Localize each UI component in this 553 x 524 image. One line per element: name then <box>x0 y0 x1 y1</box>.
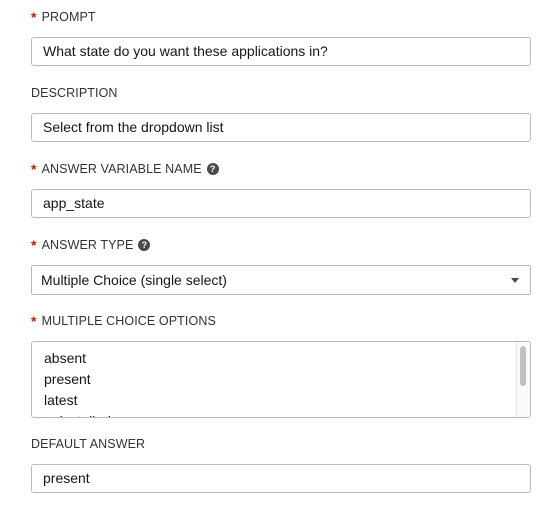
prompt-label-text: PROMPT <box>41 10 96 24</box>
answer-variable-name-input[interactable]: app_state <box>31 189 531 218</box>
answer-type-select[interactable]: Multiple Choice (single select) <box>31 265 531 295</box>
multiple-choice-options-textarea[interactable]: absent present latest uninstalled <box>31 341 531 418</box>
answer-type-label: * ANSWER TYPE ? <box>31 237 531 253</box>
prompt-field-group: * PROMPT What state do you want these ap… <box>31 9 531 66</box>
multiple-choice-options-label: * MULTIPLE CHOICE OPTIONS <box>31 313 531 329</box>
survey-question-form: * PROMPT What state do you want these ap… <box>0 0 553 524</box>
required-asterisk: * <box>31 9 37 25</box>
required-asterisk: * <box>31 237 37 253</box>
answer-variable-name-label-text: ANSWER VARIABLE NAME <box>41 162 202 176</box>
multiple-choice-options-label-text: MULTIPLE CHOICE OPTIONS <box>41 314 216 328</box>
answer-type-field-group: * ANSWER TYPE ? Multiple Choice (single … <box>31 237 531 295</box>
default-answer-field-group: DEFAULT ANSWER present <box>31 436 531 493</box>
option-line: present <box>44 371 91 387</box>
textarea-scrollbar[interactable] <box>516 342 530 417</box>
prompt-label: * PROMPT <box>31 9 531 25</box>
description-label-text: DESCRIPTION <box>31 86 118 100</box>
option-line: absent <box>44 350 87 366</box>
answer-type-label-text: ANSWER TYPE <box>41 238 134 252</box>
option-line: latest <box>44 392 78 408</box>
default-answer-label-text: DEFAULT ANSWER <box>31 437 146 451</box>
prompt-input[interactable]: What state do you want these application… <box>31 37 531 66</box>
option-line: uninstalled <box>44 411 530 417</box>
textarea-content: absent present latest uninstalled <box>32 342 530 417</box>
answer-type-selected-value: Multiple Choice (single select) <box>41 272 227 288</box>
answer-variable-name-label: * ANSWER VARIABLE NAME ? <box>31 161 531 177</box>
required-asterisk: * <box>31 161 37 177</box>
multiple-choice-options-field-group: * MULTIPLE CHOICE OPTIONS absent present… <box>31 313 531 418</box>
required-asterisk: * <box>31 313 37 329</box>
default-answer-label: DEFAULT ANSWER <box>31 436 531 452</box>
answer-variable-name-field-group: * ANSWER VARIABLE NAME ? app_state <box>31 161 531 218</box>
question-circle-icon[interactable]: ? <box>138 239 151 251</box>
default-answer-input[interactable]: present <box>31 464 531 493</box>
description-label: DESCRIPTION <box>31 85 531 101</box>
scrollbar-thumb[interactable] <box>520 346 526 386</box>
description-input[interactable]: Select from the dropdown list <box>31 113 531 142</box>
caret-down-icon <box>511 278 519 283</box>
question-circle-icon[interactable]: ? <box>206 163 219 175</box>
description-field-group: DESCRIPTION Select from the dropdown lis… <box>31 85 531 142</box>
